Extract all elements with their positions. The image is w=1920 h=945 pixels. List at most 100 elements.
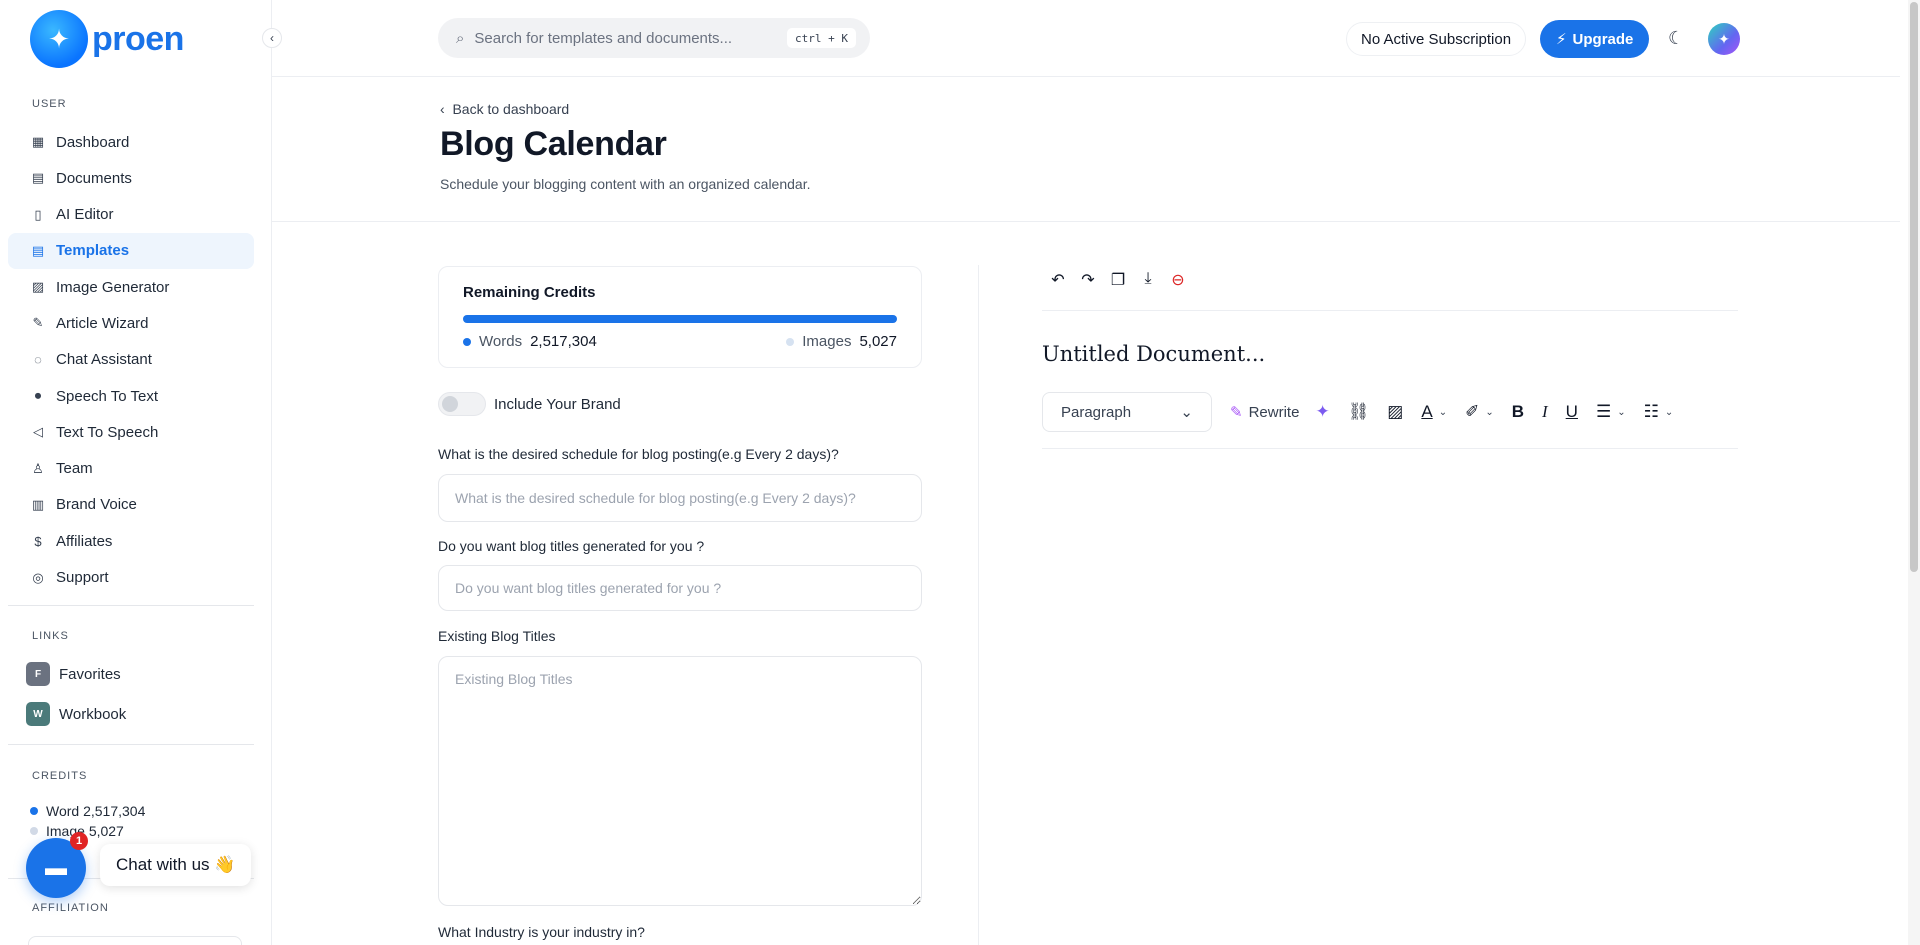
- sidebar-item-chat-assistant[interactable]: ◌ Chat Assistant: [8, 342, 254, 378]
- pencil-icon: ✎: [1230, 404, 1243, 421]
- sidebar-item-label: Image Generator: [56, 278, 170, 296]
- paragraph-style-select[interactable]: Paragraph ⌄: [1042, 392, 1212, 432]
- brand-name: proen: [92, 19, 184, 58]
- editor-divider: [1042, 310, 1738, 311]
- credit-word-value: 2,517,304: [83, 803, 146, 819]
- sidebar-item-article-wizard[interactable]: ✎ Article Wizard: [8, 305, 254, 341]
- search-placeholder: Search for templates and documents...: [474, 29, 733, 47]
- sidebar-item-label: Article Wizard: [56, 314, 149, 332]
- sidebar-item-affiliates[interactable]: $ Affiliates: [8, 523, 254, 559]
- file-edit-icon: ✎: [32, 315, 44, 331]
- section-label-credits: CREDITS: [32, 770, 88, 782]
- credit-word-label: Word: [46, 803, 80, 819]
- underline-icon[interactable]: U: [1566, 402, 1578, 422]
- page-header: ‹ Back to dashboard Blog Calendar Schedu…: [272, 77, 1900, 222]
- clear-icon[interactable]: ⊖: [1170, 270, 1186, 290]
- sidebar-item-speech-to-text[interactable]: ⏺ Speech To Text: [8, 378, 254, 414]
- scrollbar-thumb[interactable]: [1910, 2, 1918, 572]
- rewrite-button[interactable]: ✎ Rewrite: [1230, 403, 1299, 422]
- credits-progress-bar: [463, 315, 897, 323]
- image-icon: ▨: [31, 279, 45, 295]
- back-to-dashboard-link[interactable]: ‹ Back to dashboard: [440, 101, 569, 117]
- book-icon: ▯: [34, 206, 42, 222]
- link-item-favorites[interactable]: F Favorites: [26, 662, 121, 686]
- copy-icon[interactable]: ❐: [1110, 270, 1126, 290]
- credit-word: Word 2,517,304: [30, 803, 145, 819]
- search-shortcut-hint: ctrl + K: [787, 28, 856, 48]
- words-dot-icon: [463, 337, 471, 346]
- format-toolbar: Paragraph ⌄ ✎ Rewrite ✦ ⛓ ▨ A ⌄ ✐ ⌄ B I …: [1042, 392, 1738, 432]
- sidebar-item-image-generator[interactable]: ▨ Image Generator: [8, 269, 254, 305]
- download-icon[interactable]: ⤓: [1140, 270, 1156, 290]
- document-title[interactable]: Untitled Document...: [1042, 342, 1265, 366]
- sidebar-item-label: Templates: [56, 242, 130, 260]
- layout-icon: ▥: [31, 496, 45, 512]
- sidebar-item-label: Affiliates: [56, 532, 113, 550]
- upgrade-button[interactable]: ⚡ Upgrade: [1540, 20, 1650, 58]
- topbar: ⌕ Search for templates and documents... …: [272, 0, 1900, 77]
- page-title: Blog Calendar: [440, 125, 667, 163]
- sidebar-item-dashboard[interactable]: ▦ Dashboard: [8, 124, 254, 160]
- undo-icon[interactable]: ↶: [1050, 270, 1066, 290]
- bullet-list-icon[interactable]: ☰: [1596, 402, 1611, 422]
- text-color-icon[interactable]: A: [1421, 402, 1432, 422]
- sidebar-item-brand-voice[interactable]: ▥ Brand Voice: [8, 487, 254, 523]
- section-label-links: LINKS: [32, 630, 69, 642]
- sidebar-item-label: Text To Speech: [56, 423, 159, 441]
- sidebar-item-documents[interactable]: ▤ Documents: [8, 160, 254, 196]
- page-subtitle: Schedule your blogging content with an o…: [440, 176, 811, 192]
- sidebar-item-label: Support: [56, 569, 109, 587]
- ai-sparkle-icon[interactable]: ✦: [1315, 402, 1329, 422]
- grid-icon: ▦: [31, 134, 45, 149]
- sidebar-item-ai-editor[interactable]: ▯ AI Editor: [8, 197, 254, 233]
- images-label: Images: [802, 333, 852, 350]
- link-icon[interactable]: ⛓: [1348, 402, 1370, 422]
- insert-image-icon[interactable]: ▨: [1387, 402, 1403, 422]
- format-icons: ✦ ⛓ ▨ A ⌄ ✐ ⌄ B I U ☰ ⌄ ☷ ⌄: [1315, 402, 1673, 422]
- affiliation-card: [28, 936, 242, 945]
- credits-images: Images 5,027: [786, 333, 897, 350]
- chevron-down-icon[interactable]: ⌄: [1617, 407, 1625, 418]
- sidebar-divider: [8, 744, 254, 745]
- highlight-icon[interactable]: ✐: [1465, 402, 1479, 422]
- search-box[interactable]: ⌕ Search for templates and documents... …: [438, 18, 870, 58]
- link-item-workbook[interactable]: W Workbook: [26, 702, 126, 726]
- subscription-status[interactable]: No Active Subscription: [1346, 22, 1527, 56]
- redo-icon[interactable]: ↷: [1080, 270, 1096, 290]
- sidebar-item-team[interactable]: ♙ Team: [8, 451, 254, 487]
- sidebar: ✦ proen USER ▦ Dashboard ▤ Documents ▯ AI E…: [0, 0, 272, 945]
- schedule-input[interactable]: [438, 474, 922, 522]
- bold-icon[interactable]: B: [1512, 402, 1524, 422]
- sidebar-divider: [8, 605, 254, 606]
- brand-logo[interactable]: ✦ proen: [30, 10, 184, 68]
- sidebar-item-support[interactable]: ◎ Support: [8, 560, 254, 596]
- include-brand-row[interactable]: Include Your Brand: [438, 392, 621, 416]
- existing-titles-textarea[interactable]: [438, 656, 922, 906]
- sidebar-item-label: Chat Assistant: [56, 351, 152, 369]
- generate-titles-input[interactable]: [438, 565, 922, 611]
- chevron-down-icon[interactable]: ⌄: [1665, 407, 1673, 418]
- numbered-list-icon[interactable]: ☷: [1644, 402, 1659, 422]
- sidebar-item-label: Speech To Text: [56, 387, 159, 405]
- avatar[interactable]: ✦: [1708, 23, 1740, 55]
- sparkle-icon: ✦: [1718, 30, 1730, 47]
- chevron-down-icon[interactable]: ⌄: [1439, 407, 1447, 418]
- word-dot-icon: [30, 807, 38, 815]
- sidebar-item-label: Documents: [56, 169, 132, 187]
- italic-icon[interactable]: I: [1542, 402, 1548, 422]
- chat-with-us-bubble[interactable]: Chat with us 👋: [100, 844, 252, 886]
- chevron-down-icon[interactable]: ⌄: [1485, 407, 1493, 418]
- credits-words: Words 2,517,304: [463, 333, 597, 350]
- dark-mode-toggle-icon[interactable]: ☾: [1668, 28, 1684, 49]
- images-dot-icon: [786, 337, 795, 346]
- link-badge: W: [26, 702, 50, 726]
- search-icon: ⌕: [456, 29, 465, 47]
- chat-icon: ▬: [45, 855, 67, 880]
- include-brand-toggle[interactable]: [438, 392, 486, 416]
- sidebar-item-label: Dashboard: [56, 133, 130, 151]
- link-badge: F: [26, 662, 50, 686]
- page-scrollbar[interactable]: [1908, 0, 1920, 945]
- sidebar-item-templates[interactable]: ▤ Templates: [8, 232, 254, 269]
- chevron-down-icon: ⌄: [1180, 404, 1193, 421]
- sidebar-item-text-to-speech[interactable]: ◁ Text To Speech: [8, 414, 254, 450]
